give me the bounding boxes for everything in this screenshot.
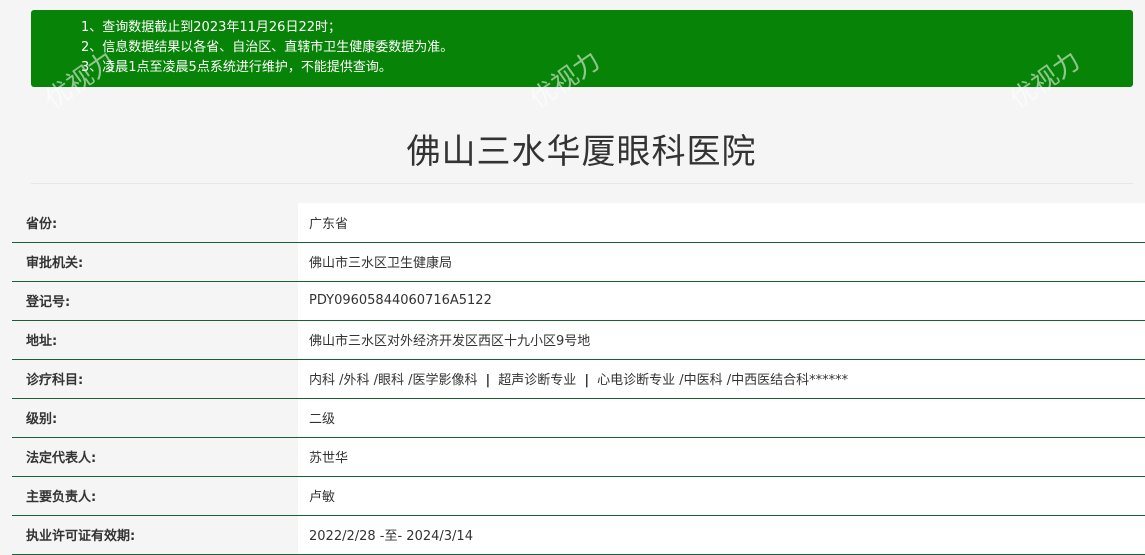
table-row-departments: 诊疗科目: 内科 /外科 /眼科 /医学影像科 | 超声诊断专业 | 心电诊断专业 /中… [12, 359, 1145, 399]
row-label: 法定代表人: [12, 437, 298, 477]
row-label: 诊疗科目: [12, 359, 298, 399]
row-value: PDY09605844060716A5122 [298, 281, 1145, 321]
departments-part-3: 心电诊断专业 /中医科 /中西医结合科****** [597, 373, 849, 388]
row-label: 级别: [12, 398, 298, 438]
row-label: 登记号: [12, 281, 298, 321]
table-row-license-validity: 执业许可证有效期: 2022/2/28 -至- 2024/3/14 [12, 515, 1145, 555]
notice-line-1: 1、查询数据截止到2023年11月26日22时； [81, 20, 341, 35]
hospital-info-table: 省份: 广东省 审批机关: 佛山市三水区卫生健康局 登记号: PDY096058… [12, 203, 1145, 555]
departments-separator: | [485, 373, 491, 388]
departments-separator: | [584, 373, 590, 388]
notice-banner: 1、查询数据截止到2023年11月26日22时； 2、信息数据结果以各省、自治区… [31, 10, 1133, 87]
row-value: 二级 [298, 398, 1145, 438]
row-value: 广东省 [298, 203, 1145, 243]
row-label: 地址: [12, 320, 298, 360]
row-label: 省份: [12, 203, 298, 243]
notice-list: 1、查询数据截止到2023年11月26日22时； 2、信息数据结果以各省、自治区… [81, 18, 1133, 78]
row-label: 主要负责人: [12, 476, 298, 516]
page-title: 佛山三水华厦眼科医院 [406, 132, 757, 172]
table-row-address: 地址: 佛山市三水区对外经济开发区西区十九小区9号地 [12, 320, 1145, 360]
departments-part-2: 超声诊断专业 [498, 373, 577, 388]
notice-line-2: 2、信息数据结果以各省、自治区、直辖市卫生健康委数据为准。 [81, 40, 454, 55]
row-value: 苏世华 [298, 437, 1145, 477]
row-label: 执业许可证有效期: [12, 515, 298, 555]
notice-line-3: 3、凌晨1点至凌晨5点系统进行维护，不能提供查询。 [81, 60, 392, 75]
table-row-principal: 主要负责人: 卢敏 [12, 476, 1145, 516]
table-row-registration: 登记号: PDY09605844060716A5122 [12, 281, 1145, 321]
table-row-level: 级别: 二级 [12, 398, 1145, 438]
table-row-legal-rep: 法定代表人: 苏世华 [12, 437, 1145, 477]
row-value: 佛山市三水区卫生健康局 [298, 242, 1145, 282]
row-value: 2022/2/28 -至- 2024/3/14 [298, 515, 1145, 555]
table-row-province: 省份: 广东省 [12, 203, 1145, 243]
row-label: 审批机关: [12, 242, 298, 282]
table-row-authority: 审批机关: 佛山市三水区卫生健康局 [12, 242, 1145, 282]
title-divider [31, 183, 1133, 184]
row-value-departments: 内科 /外科 /眼科 /医学影像科 | 超声诊断专业 | 心电诊断专业 /中医科 /中西… [298, 359, 1145, 399]
row-value: 佛山市三水区对外经济开发区西区十九小区9号地 [298, 320, 1145, 360]
row-value: 卢敏 [298, 476, 1145, 516]
departments-part-1: 内科 /外科 /眼科 /医学影像科 [309, 373, 478, 388]
